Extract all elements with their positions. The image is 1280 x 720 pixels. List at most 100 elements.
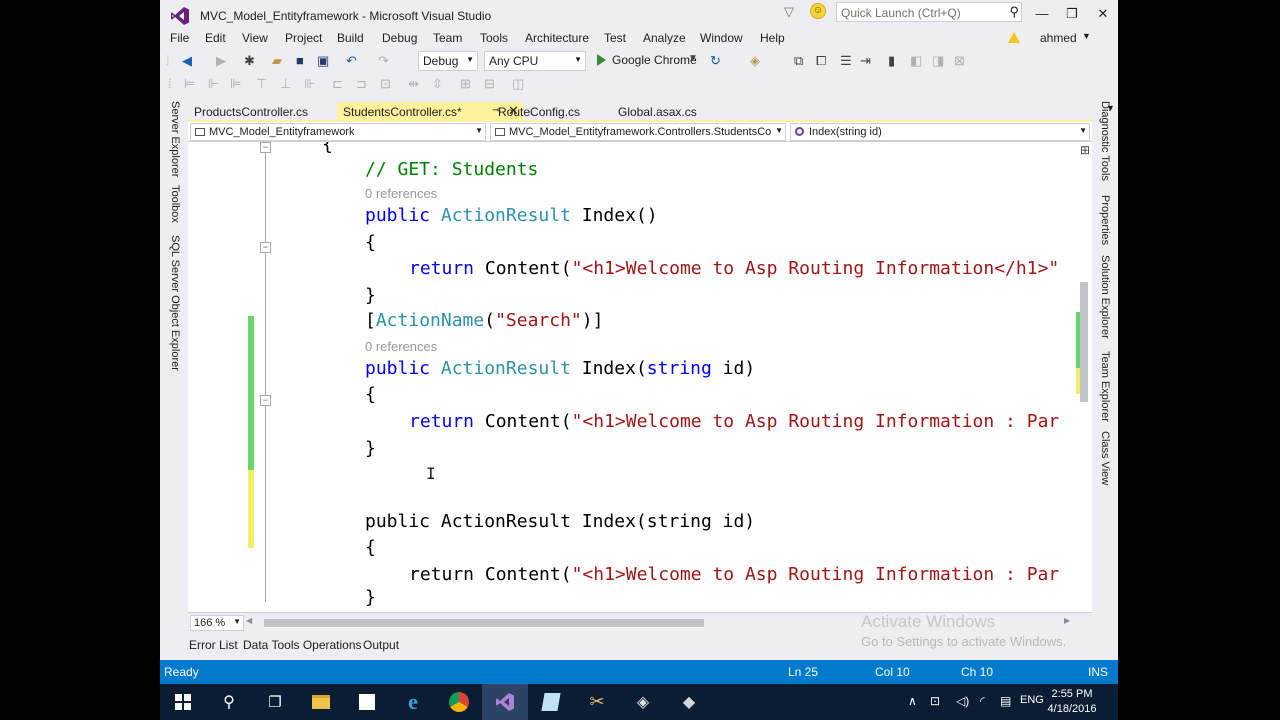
menu-project[interactable]: Project <box>285 31 322 45</box>
forward-icon[interactable]: ▶ <box>216 53 226 69</box>
indent-icon[interactable]: ⇥ <box>860 53 871 69</box>
feedback-smiley-icon[interactable]: ☺ <box>810 3 826 19</box>
codelens-references[interactable]: 0 references <box>365 339 437 354</box>
copy-icon[interactable]: ⧠ <box>816 53 826 69</box>
solution-icon[interactable]: ⧉ <box>794 53 803 69</box>
tab-error-list[interactable]: Error List <box>189 638 238 652</box>
collapse-icon[interactable]: − <box>260 242 271 253</box>
same-width-icon[interactable]: ⊏ <box>332 76 343 92</box>
member-dropdown[interactable]: Index(string id) ▼ <box>790 123 1090 141</box>
server-explorer-tab[interactable]: Server Explorer <box>169 101 181 177</box>
store-button[interactable] <box>344 684 390 720</box>
chevron-down-icon[interactable]: ▼ <box>688 51 698 67</box>
restore-button[interactable]: ❐ <box>1057 0 1087 28</box>
minimize-button[interactable]: — <box>1027 0 1057 28</box>
menu-tools[interactable]: Tools <box>480 31 508 45</box>
warning-icon[interactable] <box>1008 32 1020 43</box>
save-icon[interactable]: ■ <box>296 53 304 69</box>
same-size-icon[interactable]: ⊡ <box>380 76 391 92</box>
file-explorer-button[interactable] <box>298 684 344 720</box>
tab-global-asax[interactable]: Global.asax.cs <box>612 102 722 122</box>
collapse-icon[interactable]: − <box>260 395 271 406</box>
scrollbar-thumb[interactable] <box>264 619 704 627</box>
menu-edit[interactable]: Edit <box>205 31 226 45</box>
center-v-icon[interactable]: ⊟ <box>484 76 495 92</box>
wifi-icon[interactable]: ◜ <box>980 694 985 708</box>
menu-debug[interactable]: Debug <box>382 31 417 45</box>
codelens-references[interactable]: 0 references <box>365 186 437 201</box>
align-right-icon[interactable]: ⊫ <box>230 76 241 92</box>
menu-build[interactable]: Build <box>337 31 364 45</box>
scroll-right-icon[interactable]: ▶ <box>1064 616 1070 625</box>
chevron-down-icon[interactable]: ▼ <box>1082 31 1091 41</box>
collapse-icon[interactable]: − <box>260 142 271 153</box>
align-left-icon[interactable]: ⊨ <box>184 76 195 92</box>
run-play-icon[interactable] <box>597 54 606 66</box>
same-height-icon[interactable]: ⊐ <box>356 76 367 92</box>
toolbar-grip-icon[interactable]: ⁞ <box>166 53 170 69</box>
toolbox-tab[interactable]: Toolbox <box>169 185 181 223</box>
bookmark-icon[interactable]: ▮ <box>888 53 895 69</box>
save-all-icon[interactable]: ▣ <box>317 53 329 69</box>
align-bottom-icon[interactable]: ⊪ <box>304 76 315 92</box>
task-view-button[interactable]: ❐ <box>252 684 298 720</box>
prev-bookmark-icon[interactable]: ◧ <box>910 53 922 69</box>
menu-team[interactable]: Team <box>433 31 462 45</box>
align-top-icon[interactable]: ⊤ <box>256 76 267 92</box>
menu-view[interactable]: View <box>242 31 268 45</box>
tab-products-controller[interactable]: ProductsController.cs <box>188 102 336 122</box>
start-button[interactable] <box>160 684 206 720</box>
menu-architecture[interactable]: Architecture <box>525 31 589 45</box>
open-file-icon[interactable]: ▰ <box>272 53 282 69</box>
back-icon[interactable]: ◀ <box>182 53 192 69</box>
app-button[interactable]: ◆ <box>666 684 712 720</box>
run-target-button[interactable]: Google Chrome <box>612 53 697 67</box>
center-h-icon[interactable]: ⊞ <box>460 76 471 92</box>
internet-explorer-button[interactable]: e <box>390 684 436 720</box>
next-bookmark-icon[interactable]: ◨ <box>932 53 944 69</box>
network-icon[interactable]: ⊡ <box>930 694 940 708</box>
split-editor-icon[interactable]: ⊞ <box>1080 143 1090 157</box>
menu-test[interactable]: Test <box>604 31 626 45</box>
toolbar-grip-icon[interactable]: ⁞ <box>168 76 172 92</box>
project-dropdown[interactable]: MVC_Model_Entityframework ▼ <box>190 123 486 141</box>
align-icon[interactable]: ☰ <box>840 53 852 69</box>
chrome-button[interactable] <box>436 684 482 720</box>
close-window-button[interactable]: ✕ <box>1088 0 1118 28</box>
browse-icon[interactable]: ◈ <box>750 53 760 69</box>
vertical-scrollbar[interactable] <box>1076 142 1092 612</box>
sql-server-object-explorer-tab[interactable]: SQL Server Object Explorer <box>169 235 181 371</box>
scroll-left-icon[interactable]: ◀ <box>246 616 252 625</box>
input-language[interactable]: ENG <box>1020 694 1044 706</box>
vspacing-icon[interactable]: ⇳ <box>432 76 443 92</box>
team-explorer-tab[interactable]: Team Explorer <box>1099 351 1111 422</box>
solution-explorer-tab[interactable]: Solution Explorer <box>1099 255 1111 339</box>
visual-studio-taskbar-button[interactable] <box>482 684 528 720</box>
tab-route-config[interactable]: RouteConfig.cs <box>492 102 612 122</box>
zoom-dropdown[interactable]: 166 % ▼ <box>190 615 244 631</box>
user-account[interactable]: ahmed <box>1040 31 1077 45</box>
bring-front-icon[interactable]: ◫ <box>512 76 524 92</box>
menu-window[interactable]: Window <box>700 31 743 45</box>
notepad-button[interactable] <box>528 684 574 720</box>
class-view-tab[interactable]: Class View <box>1099 431 1111 485</box>
search-button[interactable]: ⚲ <box>206 684 252 720</box>
volume-icon[interactable]: ◁) <box>956 694 969 708</box>
menu-file[interactable]: File <box>170 31 189 45</box>
platform-dropdown[interactable]: Any CPU ▼ <box>484 51 586 71</box>
undo-icon[interactable]: ↶ <box>346 53 357 69</box>
show-hidden-icons-chevron-icon[interactable]: ∧ <box>908 694 917 708</box>
redo-icon[interactable]: ↷ <box>378 53 389 69</box>
paint-button[interactable]: ◈ <box>620 684 666 720</box>
refresh-icon[interactable]: ↻ <box>710 53 721 69</box>
type-dropdown[interactable]: MVC_Model_Entityframework.Controllers.St… <box>490 123 786 141</box>
code-editor[interactable]: − − − { // GET: Students 0 references pu… <box>188 142 1076 612</box>
menu-help[interactable]: Help <box>760 31 785 45</box>
scrollbar-thumb[interactable] <box>1080 282 1088 402</box>
clear-bookmarks-icon[interactable]: ⊠ <box>954 53 965 69</box>
quick-launch-input[interactable]: Quick Launch (Ctrl+Q) ⚲ <box>836 2 1022 22</box>
menu-analyze[interactable]: Analyze <box>643 31 686 45</box>
tab-overflow-chevron-icon[interactable]: ▼ <box>1106 103 1115 113</box>
configuration-dropdown[interactable]: Debug ▼ <box>418 51 478 71</box>
hspacing-icon[interactable]: ⇹ <box>408 76 419 92</box>
